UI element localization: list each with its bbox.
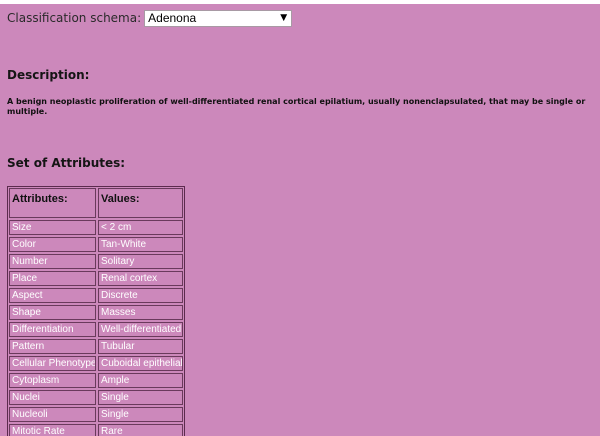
attribute-value-cell: Tan-White: [98, 237, 183, 252]
attributes-table: Attributes: Values: Size < 2 cm Color Tan-W…: [7, 186, 185, 436]
table-row: Differentiation Well-differentiated: [9, 322, 183, 337]
attribute-name-cell: Differentiation: [9, 322, 96, 337]
attributes-heading: Set of Attributes:: [7, 156, 126, 170]
attribute-value-cell: Solitary: [98, 254, 183, 269]
attribute-name-cell: Size: [9, 220, 96, 235]
attribute-name-cell: Cytoplasm: [9, 373, 96, 388]
attribute-value-cell: Ample: [98, 373, 183, 388]
attribute-value-cell: Renal cortex: [98, 271, 183, 286]
attribute-value-cell: Rare: [98, 424, 183, 436]
classification-schema-select[interactable]: Adenona ▼: [144, 9, 293, 27]
attribute-value-cell: Single: [98, 407, 183, 422]
attribute-value-cell: Masses: [98, 305, 183, 320]
table-row: Number Solitary: [9, 254, 183, 269]
table-row: Pattern Tubular: [9, 339, 183, 354]
attribute-name-cell: Nucleoli: [9, 407, 96, 422]
table-row: Cellular Phenotype Cuboidal epithelial: [9, 356, 183, 371]
table-row: Place Renal cortex: [9, 271, 183, 286]
chevron-down-icon: ▼: [280, 12, 288, 23]
table-row: Shape Masses: [9, 305, 183, 320]
table-row: Nuclei Single: [9, 390, 183, 405]
table-row: Cytoplasm Ample: [9, 373, 183, 388]
table-row: Nucleoli Single: [9, 407, 183, 422]
classification-schema-label: Classification schema:: [7, 11, 142, 25]
classification-schema-row: Classification schema: Adenona ▼: [7, 9, 293, 27]
column-header-attributes: Attributes:: [9, 188, 96, 218]
attribute-name-cell: Cellular Phenotype: [9, 356, 96, 371]
table-row: Size < 2 cm: [9, 220, 183, 235]
description-text: A benign neoplastic proliferation of wel…: [7, 97, 586, 116]
attribute-value-cell: Well-differentiated: [98, 322, 183, 337]
attribute-name-cell: Number: [9, 254, 96, 269]
column-header-values: Values:: [98, 188, 183, 218]
attribute-value-cell: Discrete: [98, 288, 183, 303]
table-header-row: Attributes: Values:: [9, 188, 183, 218]
attribute-name-cell: Aspect: [9, 288, 96, 303]
classification-schema-value: Adenona: [148, 11, 197, 25]
table-row: Aspect Discrete: [9, 288, 183, 303]
attribute-name-cell: Nuclei: [9, 390, 96, 405]
attribute-value-cell: < 2 cm: [98, 220, 183, 235]
attribute-value-cell: Tubular: [98, 339, 183, 354]
attribute-name-cell: Color: [9, 237, 96, 252]
table-row: Color Tan-White: [9, 237, 183, 252]
attribute-value-cell: Cuboidal epithelial: [98, 356, 183, 371]
attribute-name-cell: Pattern: [9, 339, 96, 354]
attribute-name-cell: Place: [9, 271, 96, 286]
attribute-name-cell: Mitotic Rate: [9, 424, 96, 436]
table-row: Mitotic Rate Rare: [9, 424, 183, 436]
attribute-name-cell: Shape: [9, 305, 96, 320]
attribute-value-cell: Single: [98, 390, 183, 405]
description-heading: Description:: [7, 68, 90, 82]
page-content: Classification schema: Adenona ▼ Descrip…: [0, 4, 600, 436]
